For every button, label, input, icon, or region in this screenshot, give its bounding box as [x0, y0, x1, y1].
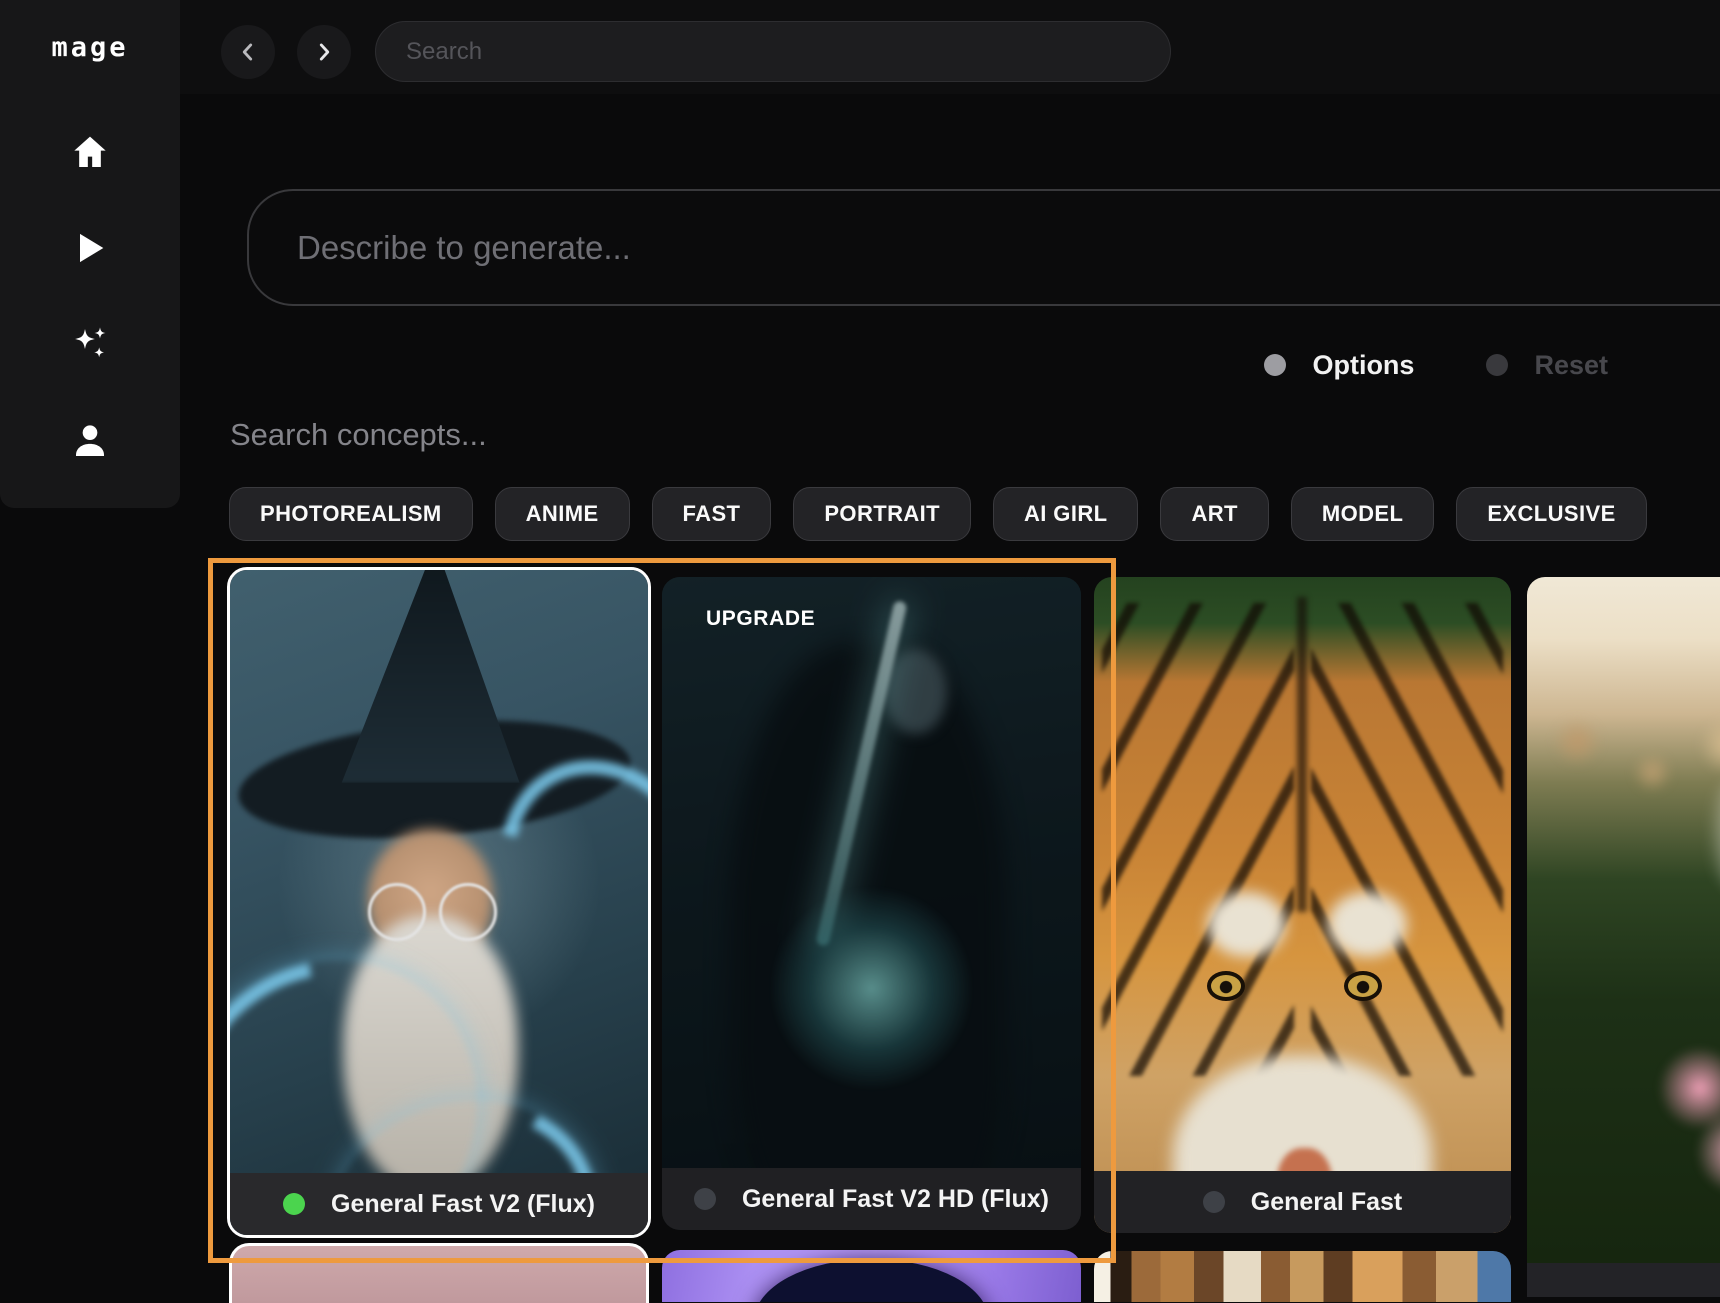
mage-logo: mage	[51, 32, 129, 63]
sorceress-image	[662, 577, 1081, 1230]
model-card-footer: General Fast V2 (Flux)	[230, 1173, 648, 1235]
concept-chips: PHOTOREALISM ANIME FAST PORTRAIT AI GIRL…	[229, 487, 1647, 541]
status-dot	[283, 1193, 306, 1215]
wizard-image	[230, 570, 648, 1235]
model-card-row2-planet-partial[interactable]	[662, 1250, 1081, 1302]
model-card-footer: General Fast	[1094, 1171, 1511, 1233]
chip-anime[interactable]: ANIME	[494, 487, 630, 541]
search-input[interactable]	[375, 21, 1171, 82]
sparkles-icon	[75, 327, 106, 358]
chip-portrait[interactable]: PORTRAIT	[793, 487, 971, 541]
flower-image	[1527, 577, 1720, 1263]
prompt-input[interactable]	[247, 189, 1720, 306]
chevron-left-icon	[242, 43, 253, 61]
reset-label: Reset	[1534, 349, 1608, 380]
forward-button[interactable]	[297, 25, 351, 79]
chip-fast[interactable]: FAST	[651, 487, 772, 541]
status-dot	[1202, 1191, 1225, 1213]
model-name: General Fast	[1250, 1187, 1403, 1216]
model-card-row2-interior-partial[interactable]	[1094, 1251, 1511, 1302]
model-card-footer	[1527, 1263, 1720, 1297]
chevron-right-icon	[319, 43, 330, 61]
tiger-image	[1094, 577, 1511, 1233]
sidebar-item-explore[interactable]	[68, 226, 112, 270]
chip-art[interactable]: ART	[1160, 487, 1269, 541]
reset-button[interactable]: Reset	[1486, 350, 1608, 381]
model-card-partial[interactable]	[1527, 577, 1720, 1297]
model-card-general-fast-v2-hd-flux[interactable]: UPGRADE General Fast V2 HD (Flux)	[662, 577, 1081, 1230]
back-button[interactable]	[221, 25, 275, 79]
home-icon	[74, 136, 106, 167]
concepts-search-input[interactable]	[230, 412, 830, 458]
chip-ai-girl[interactable]: AI GIRL	[993, 487, 1139, 541]
reset-dot-icon	[1486, 354, 1509, 376]
model-card-general-fast-v2-flux[interactable]: General Fast V2 (Flux)	[227, 567, 651, 1238]
sidebar-nav	[0, 130, 180, 462]
generation-controls: Options Reset	[180, 344, 1664, 386]
model-card-footer: General Fast V2 HD (Flux)	[662, 1168, 1081, 1230]
sidebar-item-profile[interactable]	[68, 418, 112, 462]
model-name: General Fast V2 (Flux)	[331, 1189, 595, 1218]
options-label: Options	[1312, 349, 1415, 380]
options-dot-icon	[1264, 354, 1287, 376]
chip-exclusive[interactable]: EXCLUSIVE	[1456, 487, 1647, 541]
chip-photorealism[interactable]: PHOTOREALISM	[229, 487, 473, 541]
chip-model[interactable]: MODEL	[1290, 487, 1435, 541]
model-card-general-fast[interactable]: General Fast	[1094, 577, 1511, 1233]
sidebar: mage	[0, 0, 180, 508]
play-icon	[80, 233, 104, 263]
model-card-row2-selected-partial[interactable]	[229, 1243, 649, 1303]
sidebar-item-home[interactable]	[68, 130, 112, 174]
model-name: General Fast V2 HD (Flux)	[741, 1184, 1050, 1213]
upgrade-badge: UPGRADE	[706, 607, 816, 630]
status-dot	[693, 1188, 716, 1210]
options-toggle[interactable]: Options	[1264, 350, 1414, 381]
sidebar-item-create[interactable]	[68, 322, 112, 366]
person-icon	[76, 425, 104, 456]
